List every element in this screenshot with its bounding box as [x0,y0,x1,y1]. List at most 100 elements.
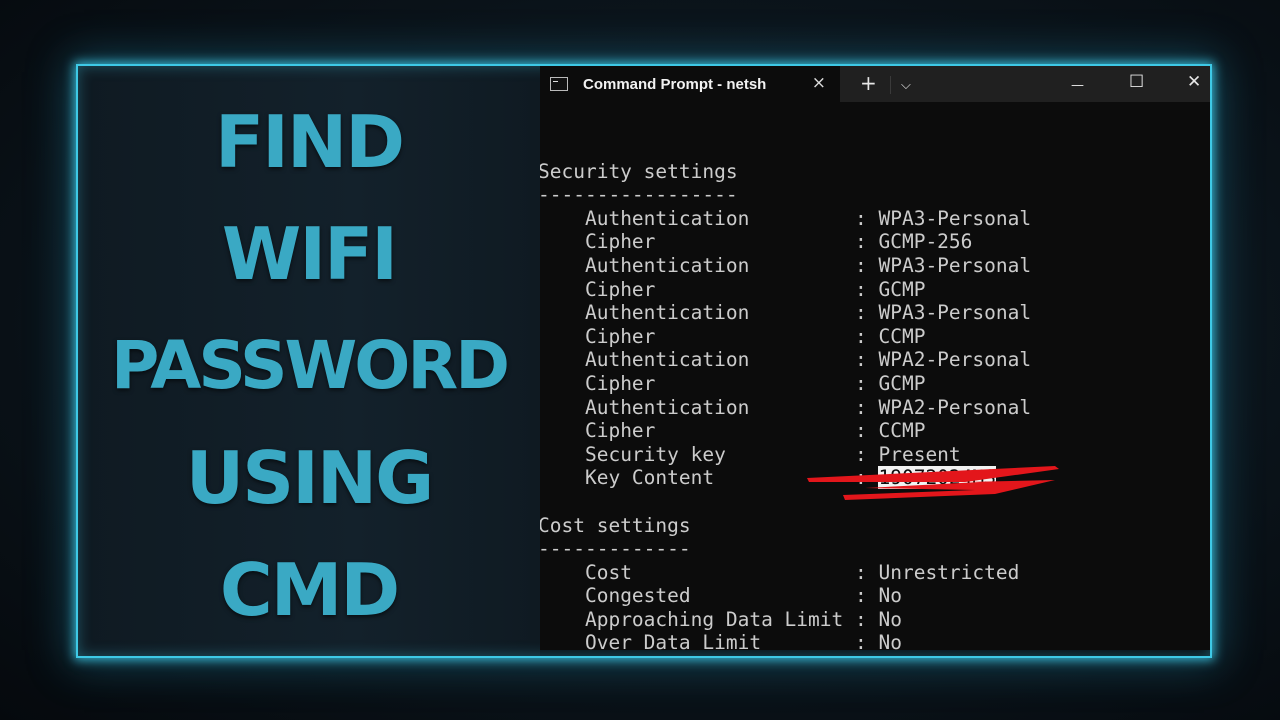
console-output[interactable]: Security settings ----------------- Authe… [540,136,1031,650]
console-text: : [855,442,879,466]
setting-value: CCMP [878,324,926,348]
console-text: : [855,419,879,443]
setting-row: Cipher : GCMP-256 [540,230,1031,254]
security-header: Security settings [540,160,1031,184]
tab-bar: Command Prompt - netsh × + ⌵ — ☐ ✕ [540,66,1210,102]
setting-key: Approaching Data Limit [584,607,855,631]
setting-row: Cost : Unrestricted [540,561,1031,585]
maximize-button[interactable]: ☐ [1129,71,1144,93]
console-text: : [855,371,879,395]
setting-key: Security key [584,442,855,466]
setting-row: Cipher : GCMP [540,372,1031,396]
setting-row: Security key : Present [540,443,1031,467]
setting-value: Present [878,442,961,466]
tab-title: Command Prompt - netsh [583,75,767,93]
setting-key: Authentication [584,253,855,277]
headline-line-using: USING [185,436,434,520]
terminal-window: Command Prompt - netsh × + ⌵ — ☐ ✕ Secur… [540,66,1210,650]
section-header: Cost settings [540,513,691,537]
headline-line-wifi: WIFI [221,212,398,296]
setting-key: Cipher [584,324,855,348]
setting-key: Cipher [584,277,855,301]
section-underline: ------------- [540,537,691,561]
setting-row: Congested : No [540,584,1031,608]
setting-value: CCMP [878,419,926,443]
console-text: : [855,560,879,584]
setting-key: Cipher [584,230,855,254]
toolbar-divider [890,76,891,94]
setting-value: No [878,584,902,608]
close-window-button[interactable]: ✕ [1187,71,1201,93]
console-text: : [855,324,879,348]
cost-header: Cost settings [540,514,1031,538]
chevron-down-icon[interactable]: ⌵ [901,75,911,97]
setting-row: Authentication : WPA2-Personal [540,396,1031,420]
security-underline: ----------------- [540,183,1031,207]
console-text: : [855,607,879,631]
console-text: : [855,253,879,277]
setting-row: Cipher : GCMP [540,278,1031,302]
console-text: : [855,395,879,419]
minimize-button[interactable]: — [1071,75,1084,97]
setting-value: GCMP [878,371,926,395]
setting-value: WPA2-Personal [878,395,1032,419]
setting-value: WPA2-Personal [878,348,1032,372]
setting-row: Authentication : WPA2-Personal [540,348,1031,372]
setting-value: GCMP [878,277,926,301]
setting-key: Cost [584,560,855,584]
setting-value: GCMP-256 [878,230,973,254]
setting-key: Cipher [584,419,855,443]
headline-line-password: PASSWORD [110,327,510,404]
setting-key: Authentication [584,395,855,419]
close-tab-icon[interactable]: × [812,73,826,93]
setting-key: Authentication [584,301,855,325]
console-text: : [855,277,879,301]
setting-row: Cipher : CCMP [540,325,1031,349]
headline: FIND WIFI PASSWORD USING CMD [78,86,540,646]
tab-command-prompt[interactable]: Command Prompt - netsh × [540,66,840,102]
setting-row: Authentication : WPA3-Personal [540,254,1031,278]
setting-key: Congested [584,584,855,608]
setting-value: WPA3-Personal [878,206,1032,230]
setting-key: Authentication [584,348,855,372]
new-tab-button[interactable]: + [860,72,877,94]
section-underline: ----------------- [540,183,738,207]
console-text: : [855,301,879,325]
setting-row: Authentication : WPA3-Personal [540,301,1031,325]
section-header: Security settings [540,159,738,183]
setting-key: Authentication [584,206,855,230]
setting-row: Over Data Limit : No [540,631,1031,650]
setting-value: WPA3-Personal [878,253,1032,277]
console-text: : [855,631,879,650]
console-text: : [855,206,879,230]
console-blank-line [540,136,1031,160]
headline-line-cmd: CMD [219,548,400,632]
terminal-icon [550,77,568,91]
setting-key: Cipher [584,371,855,395]
console-text: : [855,230,879,254]
setting-row: Approaching Data Limit : No [540,608,1031,632]
setting-row: Cipher : CCMP [540,419,1031,443]
setting-row: Authentication : WPA3-Personal [540,207,1031,231]
setting-value: No [878,607,902,631]
console-text: : [855,584,879,608]
headline-line-find: FIND [215,100,405,184]
